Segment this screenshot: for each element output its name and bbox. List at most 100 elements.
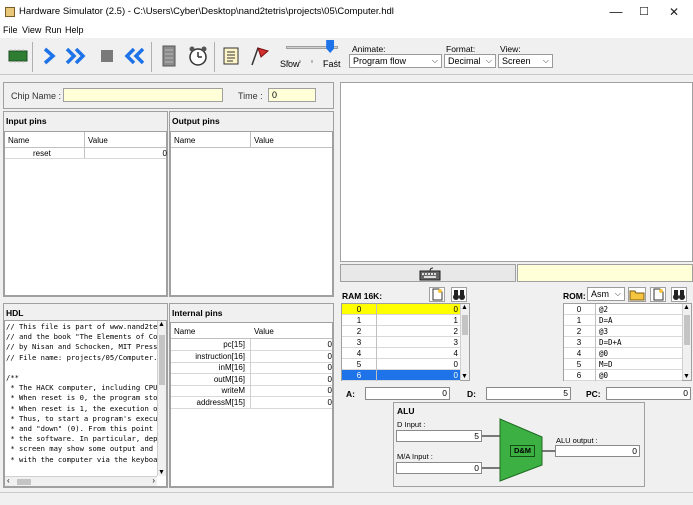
ram-row[interactable]: 60 — [342, 370, 460, 381]
ram-value[interactable]: 0 — [378, 371, 458, 380]
rom-instruction[interactable]: D=D+A — [599, 338, 679, 347]
ram-scrollbar[interactable]: ▲ ▼ — [460, 304, 469, 380]
menu-bar: File View Run Help — [0, 24, 693, 38]
scroll-down-icon[interactable]: ▼ — [158, 469, 165, 476]
d-register-label: D: — [467, 389, 476, 399]
alu-output-field: 0 — [555, 445, 640, 457]
rom-address: 0 — [576, 305, 582, 314]
rom-row[interactable]: 3 D=D+A — [564, 337, 682, 348]
scroll-up-icon[interactable]: ▲ — [158, 321, 165, 328]
hdl-text-area[interactable]: // This file is part of www.nand2tetr// … — [4, 320, 167, 487]
run-icon[interactable] — [64, 44, 88, 68]
scrollbar-thumb[interactable] — [159, 335, 165, 385]
view-select[interactable]: Screen ⌵ — [498, 54, 553, 68]
hdl-scrollbar[interactable]: ▲ ▼ — [157, 321, 166, 476]
speed-ticks — [286, 55, 338, 63]
load-chip-icon[interactable] — [6, 44, 30, 68]
rom-row[interactable]: 2 @3 — [564, 326, 682, 337]
clock-icon[interactable] — [186, 44, 210, 68]
single-step-icon[interactable] — [37, 44, 61, 68]
ram-value[interactable]: 2 — [378, 327, 458, 336]
ram-value[interactable]: 4 — [378, 349, 458, 358]
eval-icon[interactable] — [157, 44, 181, 68]
rom-row[interactable]: 6 @0 — [564, 370, 682, 381]
ram-row[interactable]: 22 — [342, 326, 460, 337]
rom-format-select[interactable]: Asm ⌵ — [587, 287, 625, 301]
hdl-hscrollbar[interactable]: ‹ › — [5, 476, 157, 486]
rom-load-button[interactable] — [628, 287, 646, 302]
scroll-up-icon[interactable]: ▲ — [683, 304, 690, 311]
scroll-up-icon[interactable]: ▲ — [461, 304, 468, 311]
rom-row[interactable]: 4 @0 — [564, 348, 682, 359]
rom-scrollbar[interactable]: ▲ ▼ — [682, 304, 691, 380]
menu-run[interactable]: Run — [45, 25, 62, 35]
chevron-down-icon: ⌵ — [485, 56, 492, 65]
animate-select[interactable]: Program flow ⌵ — [349, 54, 442, 68]
scrollbar-thumb[interactable] — [462, 315, 468, 335]
ram-row[interactable]: 44 — [342, 348, 460, 359]
hdl-line: // and the book "The Elements of Comp — [6, 332, 167, 342]
keyboard-input-field[interactable] — [517, 264, 693, 282]
rom-row[interactable]: 5 M=D — [564, 359, 682, 370]
ram-row[interactable]: 00 — [342, 304, 460, 315]
scroll-left-icon[interactable]: ‹ — [7, 476, 10, 485]
column-header-value: Value — [254, 327, 274, 336]
ram-value[interactable]: 0 — [378, 305, 458, 314]
alu-operation-label: D&M — [510, 445, 535, 457]
menu-file[interactable]: File — [3, 25, 18, 35]
ram-address: 2 — [356, 327, 362, 336]
scrollbar-thumb[interactable] — [17, 479, 31, 485]
ram-row[interactable]: 11 — [342, 315, 460, 326]
rom-address: 4 — [576, 349, 582, 358]
scroll-right-icon[interactable]: › — [152, 476, 155, 485]
rom-instruction[interactable]: D=A — [599, 316, 679, 325]
pc-register-field[interactable]: 0 — [606, 387, 691, 400]
ram-row[interactable]: 33 — [342, 337, 460, 348]
format-select[interactable]: Decimal ⌵ — [444, 54, 496, 68]
minimize-button[interactable]: — — [608, 4, 624, 20]
input-pin-value[interactable]: 0 — [100, 149, 167, 158]
scroll-down-icon[interactable]: ▼ — [461, 373, 468, 380]
scroll-down-icon[interactable]: ▼ — [683, 373, 690, 380]
a-register-field[interactable]: 0 — [365, 387, 450, 400]
binoculars-icon — [673, 290, 685, 300]
breakpoint-icon[interactable] — [247, 44, 271, 68]
ram-row[interactable]: 50 — [342, 359, 460, 370]
scrollbar-thumb[interactable] — [684, 315, 690, 345]
ram-value[interactable]: 0 — [378, 360, 458, 369]
column-divider — [376, 337, 377, 348]
rom-instruction[interactable]: @0 — [599, 371, 679, 380]
menu-view[interactable]: View — [22, 25, 41, 35]
ram-value[interactable]: 3 — [378, 338, 458, 347]
hdl-line: // by Nisan and Schocken, MIT Press. — [6, 342, 162, 352]
reset-icon[interactable] — [122, 44, 146, 68]
internal-pin-value: 0 — [327, 363, 332, 372]
script-icon[interactable] — [219, 44, 243, 68]
stop-icon[interactable] — [95, 44, 119, 68]
rom-search-button[interactable] — [671, 287, 687, 302]
ram-address: 4 — [356, 349, 362, 358]
rom-clear-button[interactable] — [650, 287, 666, 302]
rom-instruction[interactable]: @2 — [599, 305, 679, 314]
column-divider — [376, 348, 377, 359]
keyboard-button[interactable] — [340, 264, 516, 282]
rom-instruction[interactable]: M=D — [599, 360, 679, 369]
ram-clear-button[interactable] — [429, 287, 445, 302]
chip-name-field[interactable] — [63, 88, 223, 102]
time-field[interactable]: 0 — [268, 88, 316, 102]
screen-display — [340, 82, 693, 262]
rom-instruction[interactable]: @0 — [599, 349, 679, 358]
maximize-button[interactable]: ☐ — [636, 4, 652, 20]
alu-title: ALU — [397, 406, 415, 416]
menu-help[interactable]: Help — [65, 25, 84, 35]
close-button[interactable]: ✕ — [666, 4, 682, 20]
hdl-title: HDL — [6, 308, 24, 318]
rom-instruction[interactable]: @3 — [599, 327, 679, 336]
ram-value[interactable]: 1 — [378, 316, 458, 325]
ram-search-button[interactable] — [451, 287, 467, 302]
internal-pin-value: 0 — [327, 351, 332, 361]
d-register-field[interactable]: 5 — [486, 387, 571, 400]
rom-row[interactable]: 0 @2 — [564, 304, 682, 315]
hdl-line: * with the computer via the keyboard — [6, 454, 167, 464]
rom-row[interactable]: 1 D=A — [564, 315, 682, 326]
